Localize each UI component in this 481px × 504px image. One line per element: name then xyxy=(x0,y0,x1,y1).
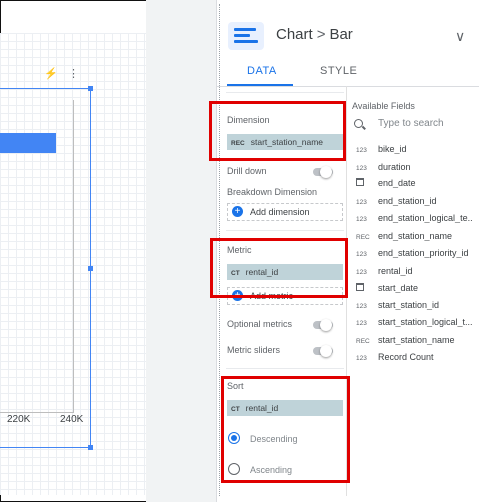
x-tick-label: 240K xyxy=(60,414,84,425)
number-type-icon: 123 xyxy=(356,199,367,206)
section-divider xyxy=(226,230,344,231)
tab-style[interactable]: STYLE xyxy=(320,65,357,77)
field-name: duration xyxy=(378,162,411,172)
breadcrumb-leaf: Bar xyxy=(329,26,353,43)
available-field[interactable]: 123 start_station_logical_t... xyxy=(356,317,472,327)
tab-data[interactable]: DATA xyxy=(247,65,277,77)
available-field[interactable]: 123 start_station_id xyxy=(356,300,472,310)
number-type-icon: 123 xyxy=(356,251,367,258)
number-type-icon: 123 xyxy=(356,355,367,362)
breakdown-label: Breakdown Dimension xyxy=(227,187,318,197)
field-name: start_station_logical_t... xyxy=(378,317,472,327)
chevron-down-icon[interactable]: ∨ xyxy=(455,28,465,45)
field-name: end_station_id xyxy=(378,196,437,206)
resize-handle-top-right[interactable] xyxy=(88,86,93,91)
metric-sliders-toggle[interactable] xyxy=(313,345,333,357)
field-name: end_station_logical_te... xyxy=(378,213,472,223)
highlight-dimension xyxy=(209,101,346,161)
available-field[interactable]: REC start_station_name xyxy=(356,335,472,345)
breadcrumb-separator: > xyxy=(316,26,326,43)
metric-sliders-label: Metric sliders xyxy=(227,345,281,355)
highlight-sort xyxy=(221,376,350,483)
chart-bar[interactable] xyxy=(0,133,56,153)
active-tab-indicator xyxy=(227,84,293,86)
number-type-icon: 123 xyxy=(356,269,367,276)
search-icon xyxy=(354,119,363,128)
field-name: end_station_name xyxy=(378,231,453,241)
optional-metrics-label: Optional metrics xyxy=(227,319,293,329)
number-type-icon: 123 xyxy=(356,320,367,327)
field-name: end_date xyxy=(378,178,416,188)
canvas-margin xyxy=(146,0,216,502)
section-divider xyxy=(226,92,344,93)
field-name: end_station_priority_id xyxy=(378,248,469,258)
available-field[interactable]: 123 duration xyxy=(356,162,472,172)
breadcrumb: Chart > Bar xyxy=(276,26,353,43)
available-field[interactable]: 123 end_station_priority_id xyxy=(356,248,472,258)
optional-metrics-toggle[interactable] xyxy=(313,319,333,331)
highlight-metric xyxy=(210,238,348,298)
more-options-icon[interactable]: ⋮ xyxy=(68,67,79,80)
add-icon: + xyxy=(232,206,243,217)
field-name: start_station_name xyxy=(378,335,455,345)
number-type-icon: 123 xyxy=(356,147,367,154)
breadcrumb-root: Chart xyxy=(276,26,313,43)
available-field[interactable]: REC end_station_name xyxy=(356,231,472,241)
bolt-icon[interactable]: ⚡ xyxy=(44,67,58,80)
number-type-icon: 123 xyxy=(356,216,367,223)
section-divider xyxy=(226,368,344,369)
panel-tabs: DATA STYLE xyxy=(217,56,479,87)
calendar-icon xyxy=(356,178,372,188)
resize-handle-bottom-right[interactable] xyxy=(88,445,93,450)
available-field[interactable]: 123 bike_id xyxy=(356,144,472,154)
add-dimension-label: Add dimension xyxy=(250,207,310,217)
field-name: bike_id xyxy=(378,144,407,154)
resize-handle-right[interactable] xyxy=(88,266,93,271)
field-name: Record Count xyxy=(378,352,434,362)
drilldown-toggle[interactable] xyxy=(313,166,333,178)
calendar-icon xyxy=(356,283,372,293)
drilldown-label: Drill down xyxy=(227,166,267,176)
available-field[interactable]: end_date xyxy=(356,178,472,188)
field-name: rental_id xyxy=(378,266,413,276)
text-type-icon: REC xyxy=(356,234,370,241)
bar-chart-type-icon[interactable] xyxy=(228,22,264,50)
available-field[interactable]: 123 end_station_id xyxy=(356,196,472,206)
available-field[interactable]: 123 Record Count xyxy=(356,352,472,362)
text-type-icon: REC xyxy=(356,338,370,345)
available-field[interactable]: start_date xyxy=(356,283,472,293)
field-name: start_date xyxy=(378,283,419,293)
add-dimension-button[interactable]: + Add dimension xyxy=(227,203,343,221)
x-tick-label: 220K xyxy=(7,414,31,425)
number-type-icon: 123 xyxy=(356,303,367,310)
available-field[interactable]: 123 rental_id xyxy=(356,266,472,276)
available-field[interactable]: 123 end_station_logical_te... xyxy=(356,213,472,223)
field-name: start_station_id xyxy=(378,300,440,310)
number-type-icon: 123 xyxy=(356,165,367,172)
search-input[interactable]: Type to search xyxy=(378,118,444,129)
available-fields-title: Available Fields xyxy=(352,101,415,111)
